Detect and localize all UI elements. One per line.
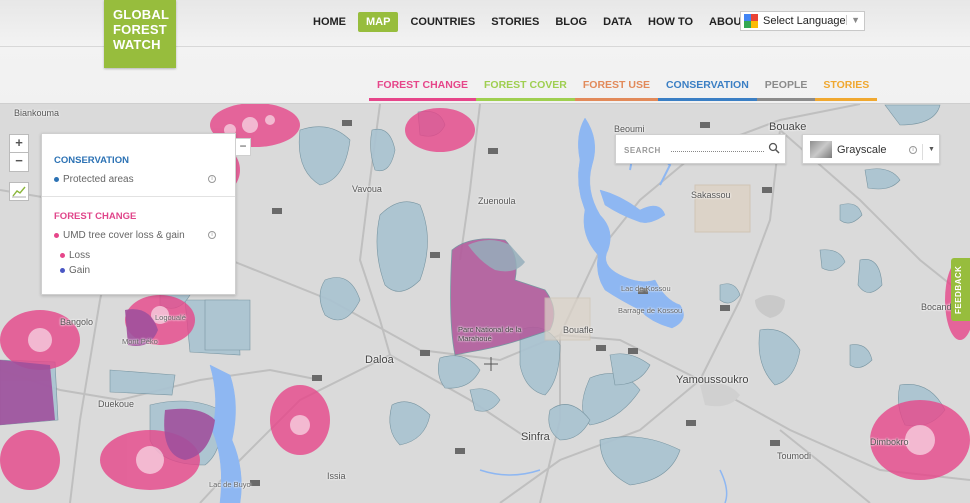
basemap-selector[interactable]: Grayscale i ▼ bbox=[802, 134, 940, 164]
legend-sub-label: Gain bbox=[69, 265, 91, 276]
nav-stories[interactable]: STORIES bbox=[483, 12, 547, 32]
place-label: Daloa bbox=[365, 354, 394, 366]
place-label: Toumodi bbox=[777, 451, 812, 461]
place-label: Logoualé bbox=[155, 313, 186, 322]
place-label: Bangolo bbox=[60, 317, 94, 327]
layers-legend-panel: CONSERVATION Protected areas i FOREST CH… bbox=[41, 133, 236, 295]
place-label: Vavoua bbox=[352, 184, 382, 194]
nav-data[interactable]: DATA bbox=[595, 12, 640, 32]
legend-conservation-title: CONSERVATION bbox=[54, 155, 129, 166]
loss-swatch bbox=[60, 253, 65, 258]
search-input[interactable]: SEARCH bbox=[624, 146, 661, 155]
language-select-label: Select Language bbox=[763, 15, 846, 27]
info-icon[interactable]: i bbox=[208, 175, 216, 183]
protected-areas-swatch bbox=[54, 177, 59, 182]
legend-collapse-button[interactable]: − bbox=[235, 138, 251, 156]
logo-line-2: FOREST bbox=[113, 22, 167, 37]
info-icon[interactable]: i bbox=[909, 146, 917, 154]
legend-layer-protected-areas[interactable]: Protected areas bbox=[54, 174, 134, 185]
place-label: Dimbokro bbox=[870, 437, 909, 447]
tab-forest-cover[interactable]: FOREST COVER bbox=[476, 74, 575, 101]
place-label: Zuenoula bbox=[478, 196, 516, 206]
place-label: Yamoussoukro bbox=[676, 374, 749, 386]
basemap-thumbnail bbox=[810, 141, 832, 158]
gain-swatch bbox=[60, 268, 65, 273]
line-chart-icon bbox=[12, 186, 26, 198]
legend-forest-change-title: FOREST CHANGE bbox=[54, 211, 137, 222]
legend-divider bbox=[42, 196, 235, 197]
category-navigation: FOREST CHANGE FOREST COVER FOREST USE CO… bbox=[369, 74, 878, 101]
zoom-in-button[interactable]: + bbox=[9, 134, 29, 153]
place-label: Beoumi bbox=[614, 124, 645, 134]
legend-layer-label: UMD tree cover loss & gain bbox=[63, 230, 185, 241]
loss-gain-swatch bbox=[54, 233, 59, 238]
gfw-logo[interactable]: GLOBAL FOREST WATCH bbox=[104, 0, 176, 68]
legend-sub-label: Loss bbox=[69, 250, 91, 261]
zoom-out-button[interactable]: − bbox=[9, 153, 29, 172]
place-label: Lac de Buyo bbox=[209, 480, 251, 489]
place-label: Mont Péko bbox=[122, 337, 158, 346]
logo-line-3: WATCH bbox=[113, 37, 161, 52]
place-label: Sakassou bbox=[691, 190, 731, 200]
search-icon[interactable] bbox=[768, 142, 780, 154]
chevron-down-icon[interactable]: ▼ bbox=[922, 144, 940, 160]
place-label: Lac de Kossou bbox=[621, 284, 671, 293]
basemap-label: Grayscale bbox=[837, 144, 887, 156]
top-navigation: HOME MAP COUNTRIES STORIES BLOG DATA HOW… bbox=[305, 12, 756, 32]
feedback-label: FEEDBACK bbox=[954, 265, 963, 314]
legend-sub-loss: Loss bbox=[60, 250, 90, 261]
legend-layer-tree-cover-loss-gain[interactable]: UMD tree cover loss & gain bbox=[54, 230, 185, 241]
language-select[interactable]: Select Language ▼ bbox=[740, 11, 865, 31]
zoom-control: + − bbox=[9, 134, 29, 172]
tab-people[interactable]: PEOPLE bbox=[756, 74, 816, 101]
logo-line-1: GLOBAL bbox=[113, 7, 170, 22]
park-label: Parc National de la Marahoué bbox=[458, 325, 522, 343]
legend-sub-gain: Gain bbox=[60, 265, 90, 276]
info-icon[interactable]: i bbox=[208, 231, 216, 239]
map-search[interactable]: SEARCH bbox=[615, 134, 786, 164]
feedback-tab[interactable]: FEEDBACK bbox=[951, 258, 970, 321]
place-label: Bouake bbox=[769, 121, 807, 133]
legend-layer-label: Protected areas bbox=[63, 174, 134, 185]
place-label: Duekoue bbox=[98, 399, 135, 409]
place-label: Biankouma bbox=[14, 108, 60, 118]
tab-forest-use[interactable]: FOREST USE bbox=[574, 74, 658, 101]
analysis-chart-button[interactable] bbox=[9, 182, 29, 201]
site-header: GLOBAL FOREST WATCH HOME MAP COUNTRIES S… bbox=[0, 0, 970, 104]
google-translate-icon bbox=[744, 14, 758, 28]
nav-countries[interactable]: COUNTRIES bbox=[402, 12, 483, 32]
place-label: Barrage de Kossou bbox=[618, 306, 683, 315]
nav-home[interactable]: HOME bbox=[305, 12, 354, 32]
dropdown-arrow-icon: ▼ bbox=[846, 15, 860, 25]
nav-map[interactable]: MAP bbox=[358, 12, 399, 32]
search-underline bbox=[671, 151, 764, 152]
tab-stories[interactable]: STORIES bbox=[815, 74, 878, 101]
place-label: Bouafle bbox=[563, 325, 594, 335]
place-label: Sinfra bbox=[521, 431, 550, 443]
tab-forest-change[interactable]: FOREST CHANGE bbox=[369, 74, 477, 101]
tab-conservation[interactable]: CONSERVATION bbox=[657, 74, 757, 101]
nav-how-to[interactable]: HOW TO bbox=[640, 12, 701, 32]
place-label: Issia bbox=[327, 471, 346, 481]
nav-blog[interactable]: BLOG bbox=[547, 12, 595, 32]
